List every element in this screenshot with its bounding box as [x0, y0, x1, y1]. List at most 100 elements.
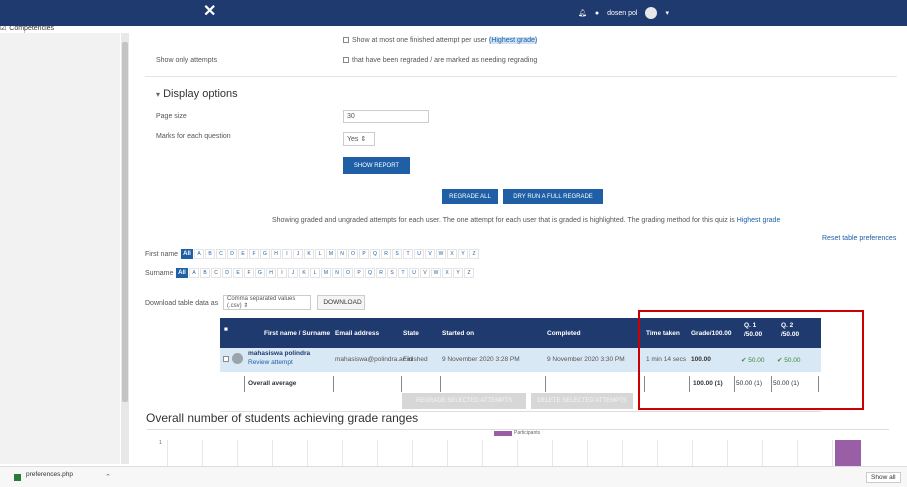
surname-initial-letter-e[interactable]: E	[233, 268, 243, 278]
first-initial-letter-u[interactable]: U	[414, 249, 424, 259]
surname-initial-letter-x[interactable]: X	[442, 268, 452, 278]
surname-initial-letter-o[interactable]: O	[343, 268, 353, 278]
first-initial-letter-r[interactable]: R	[381, 249, 391, 259]
first-initial-letter-s[interactable]: S	[392, 249, 402, 259]
download-format-select[interactable]: Comma separated values (.csv) ⇕	[223, 295, 311, 310]
first-initial-letter-l[interactable]: L	[315, 249, 325, 259]
review-attempt-link[interactable]: Review attempt	[248, 359, 293, 366]
col-state[interactable]: State	[403, 330, 419, 337]
surname-initial-letter-n[interactable]: N	[332, 268, 342, 278]
col-completed[interactable]: Completed	[547, 330, 581, 337]
first-initial-letter-i[interactable]: I	[282, 249, 292, 259]
page-size-input[interactable]: 30	[343, 110, 429, 123]
col-name[interactable]: First name / Surname	[264, 330, 330, 337]
option-regraded[interactable]: that have been regraded / are marked as …	[343, 57, 537, 64]
close-drawer-icon[interactable]: ✕	[203, 3, 216, 21]
surname-initial-letter-u[interactable]: U	[409, 268, 419, 278]
first-initial-letter-o[interactable]: O	[348, 249, 358, 259]
chat-icon[interactable]: ●	[595, 10, 599, 17]
regrade-all-button[interactable]: REGRADE ALL	[442, 189, 498, 204]
show-all-button[interactable]: Show all	[866, 472, 901, 483]
chart-bar[interactable]	[835, 440, 861, 467]
surname-initial-letter-k[interactable]: K	[299, 268, 309, 278]
grade-method-highlight: (Highest grade)	[488, 37, 538, 44]
first-initial-letter-j[interactable]: J	[293, 249, 303, 259]
first-initial-letter-c[interactable]: C	[216, 249, 226, 259]
download-file-name[interactable]: preferences.php	[26, 471, 73, 478]
user-menu[interactable]: 🔔︎ ● dosen pol ▾	[578, 7, 669, 19]
surname-initial-letter-w[interactable]: W	[431, 268, 441, 278]
marks-select[interactable]: Yes ⇕	[343, 132, 375, 146]
surname-initial-letter-t[interactable]: T	[398, 268, 408, 278]
regrade-selected-button[interactable]: REGRADE SELECTED ATTEMPTS	[402, 393, 526, 409]
first-initial-letter-z[interactable]: Z	[469, 249, 479, 259]
surname-initial-letter-b[interactable]: B	[200, 268, 210, 278]
first-initial-letter-y[interactable]: Y	[458, 249, 468, 259]
surname-initial-all[interactable]: All	[176, 268, 188, 278]
dry-run-button[interactable]: DRY RUN A FULL REGRADE	[503, 189, 603, 204]
first-initial-letter-d[interactable]: D	[227, 249, 237, 259]
student-name[interactable]: mahasiswa polindra	[248, 350, 310, 357]
first-initial-letter-x[interactable]: X	[447, 249, 457, 259]
option-label: Show at most one finished attempt per us…	[352, 37, 488, 44]
surname-initial-letter-d[interactable]: D	[222, 268, 232, 278]
surname-initial-letter-y[interactable]: Y	[453, 268, 463, 278]
first-initial-letter-n[interactable]: N	[337, 249, 347, 259]
option-one-attempt[interactable]: Show at most one finished attempt per us…	[343, 37, 538, 44]
chevron-down-icon[interactable]: ▾	[665, 9, 669, 17]
checkbox[interactable]	[343, 57, 349, 64]
surname-initial-letter-h[interactable]: H	[266, 268, 276, 278]
grid-line	[622, 440, 623, 467]
first-initial-letter-f[interactable]: F	[249, 249, 259, 259]
surname-initial-letter-p[interactable]: P	[354, 268, 364, 278]
first-initial-letter-h[interactable]: H	[271, 249, 281, 259]
surname-initial-letter-g[interactable]: G	[255, 268, 265, 278]
divider	[244, 376, 245, 392]
first-initial-letter-q[interactable]: Q	[370, 249, 380, 259]
surname-initial-letter-j[interactable]: J	[288, 268, 298, 278]
surname-initial-letter-l[interactable]: L	[310, 268, 320, 278]
surname-initial-letter-c[interactable]: C	[211, 268, 221, 278]
surname-initial-letter-m[interactable]: M	[321, 268, 331, 278]
reset-table-link[interactable]: Reset table preferences	[822, 235, 896, 242]
first-initial-letter-t[interactable]: T	[403, 249, 413, 259]
cell-completed: 9 November 2020 3:30 PM	[547, 356, 625, 363]
select-all-checkbox[interactable]: ■	[224, 326, 228, 333]
display-options-header[interactable]: ▾ Display options	[156, 88, 238, 100]
col-started[interactable]: Started on	[442, 330, 474, 337]
surname-initial-letter-a[interactable]: A	[189, 268, 199, 278]
first-initial-letter-m[interactable]: M	[326, 249, 336, 259]
chevron-up-icon[interactable]: ⌃	[105, 473, 111, 481]
first-initial-letter-a[interactable]: A	[194, 249, 204, 259]
col-email[interactable]: Email address	[335, 330, 379, 337]
surname-initial-letter-r[interactable]: R	[376, 268, 386, 278]
first-initial-letter-e[interactable]: E	[238, 249, 248, 259]
surname-initial-letter-q[interactable]: Q	[365, 268, 375, 278]
first-initial-letter-g[interactable]: G	[260, 249, 270, 259]
legend-item[interactable]: Participants	[494, 430, 540, 436]
surname-initial-letter-s[interactable]: S	[387, 268, 397, 278]
bell-icon[interactable]: 🔔︎	[578, 9, 587, 17]
chevron-down-icon[interactable]: ▾	[156, 90, 160, 99]
checkbox[interactable]	[343, 37, 349, 44]
first-name-label: First name	[145, 251, 179, 258]
grade-method-link[interactable]: Highest grade	[737, 217, 781, 224]
surname-initial-letter-z[interactable]: Z	[464, 268, 474, 278]
surname-initial-letter-i[interactable]: I	[277, 268, 287, 278]
avatar[interactable]	[645, 7, 658, 19]
first-initial-letter-w[interactable]: W	[436, 249, 446, 259]
first-initial-all[interactable]: All	[181, 249, 193, 259]
first-initial-letter-v[interactable]: V	[425, 249, 435, 259]
first-initial-letter-b[interactable]: B	[205, 249, 215, 259]
download-button[interactable]: DOWNLOAD	[317, 295, 365, 310]
y-tick-label: 1	[159, 440, 162, 446]
user-name[interactable]: dosen pol	[607, 10, 637, 17]
first-initial-letter-p[interactable]: P	[359, 249, 369, 259]
sidebar-scrollbar-thumb[interactable]	[122, 42, 128, 402]
delete-selected-button[interactable]: DELETE SELECTED ATTEMPTS	[531, 393, 633, 409]
show-report-button[interactable]: SHOW REPORT	[343, 157, 410, 174]
surname-initial-letter-v[interactable]: V	[420, 268, 430, 278]
surname-initial-letter-f[interactable]: F	[244, 268, 254, 278]
row-checkbox[interactable]	[223, 356, 229, 362]
first-initial-letter-k[interactable]: K	[304, 249, 314, 259]
